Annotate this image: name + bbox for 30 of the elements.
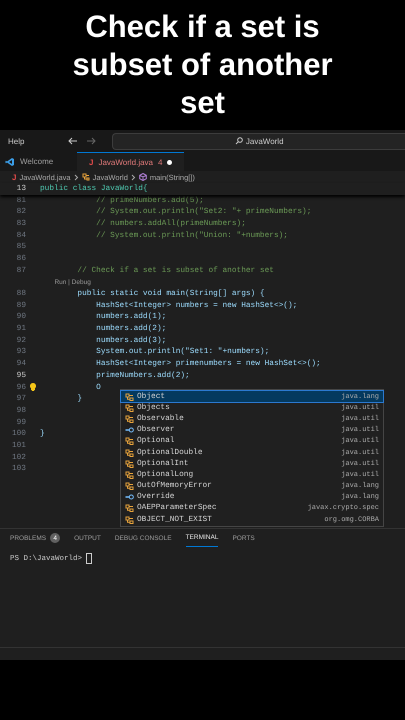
editor-tab[interactable]: Welcome bbox=[0, 152, 77, 171]
back-arrow-icon[interactable] bbox=[68, 137, 78, 145]
class-icon bbox=[82, 173, 90, 181]
editor-tab[interactable]: J JavaWorld.java 4 bbox=[77, 152, 184, 171]
class-icon bbox=[125, 404, 134, 412]
class-icon bbox=[125, 448, 134, 457]
class-icon bbox=[125, 414, 134, 423]
class-icon bbox=[125, 460, 134, 468]
java-file-icon: J bbox=[12, 172, 16, 182]
forward-arrow-icon[interactable] bbox=[86, 137, 96, 145]
search-field[interactable]: JavaWorld bbox=[112, 132, 405, 150]
class-icon bbox=[125, 482, 134, 490]
class-icon bbox=[125, 392, 134, 401]
search-icon bbox=[234, 137, 243, 145]
problem-count: 4 bbox=[158, 158, 162, 166]
chevron-icon bbox=[74, 174, 79, 180]
interface-icon bbox=[125, 426, 134, 434]
class-icon bbox=[125, 504, 134, 512]
class-icon bbox=[125, 470, 134, 479]
class-icon bbox=[125, 437, 134, 446]
terminal-cursor bbox=[86, 553, 92, 564]
vscode-logo-icon bbox=[5, 156, 15, 166]
video-title: Check if a set is subset of another set bbox=[71, 8, 334, 122]
chevron-icon bbox=[130, 174, 136, 180]
help-menu[interactable]: Help bbox=[8, 136, 24, 146]
class-icon bbox=[125, 516, 134, 524]
lightbulb-icon[interactable] bbox=[30, 383, 36, 392]
method-cube-icon bbox=[138, 173, 147, 181]
interface-icon bbox=[125, 493, 134, 502]
java-file-icon: J bbox=[89, 158, 94, 166]
